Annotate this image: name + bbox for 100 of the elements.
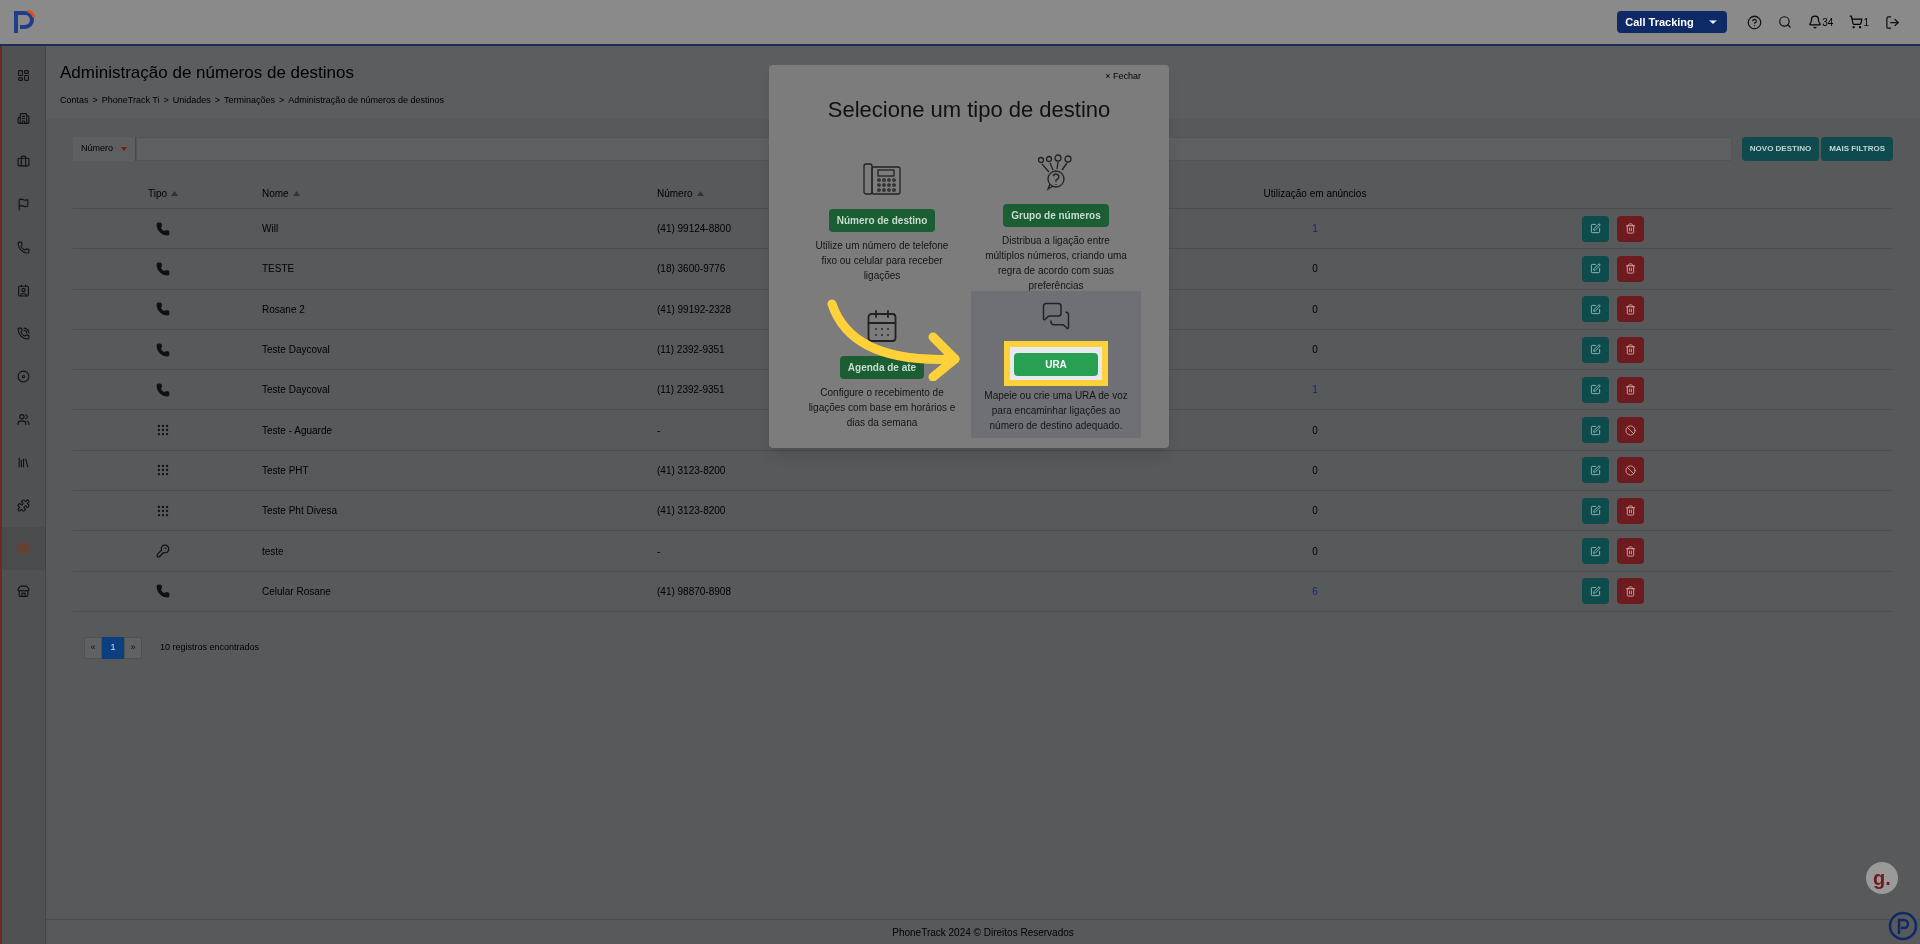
dashboard-icon	[17, 69, 30, 82]
delete-button[interactable]	[1617, 417, 1644, 444]
edit-icon	[1590, 424, 1601, 436]
logo-icon[interactable]	[12, 9, 36, 35]
disc-icon	[17, 370, 30, 383]
delete-button[interactable]	[1617, 376, 1644, 403]
edit-button[interactable]	[1582, 255, 1609, 282]
breadcrumb-separator: >	[214, 93, 221, 107]
delete-button[interactable]	[1617, 215, 1644, 242]
destination-option[interactable]: Agenda de ate Configure o recebimento de ligações com base em horários e dias da semana	[797, 290, 967, 438]
logout-icon[interactable]	[1885, 14, 1900, 30]
name-cell: Teste Pht Divesa	[262, 505, 338, 517]
edit-button[interactable]	[1582, 578, 1609, 605]
edit-icon	[1590, 585, 1601, 597]
option-description: Distribua a ligação entre múltiplos números, criando uma regra de acordo com suas preferências	[984, 233, 1128, 293]
breadcrumb-separator: >	[163, 93, 169, 107]
trash-icon	[1625, 505, 1636, 517]
library-icon	[17, 456, 30, 469]
usage-cell-text: 0	[1312, 262, 1318, 277]
cart-button[interactable]: 1	[1849, 14, 1869, 30]
delete-button[interactable]	[1617, 578, 1644, 605]
puzzle-icon	[17, 499, 30, 512]
breadcrumb-link[interactable]: Contas	[60, 93, 89, 107]
name-cell: teste	[262, 545, 284, 557]
settings-icon	[17, 542, 30, 555]
prev-page-button[interactable]: «	[84, 636, 102, 659]
help-widget[interactable]: g.	[1866, 862, 1898, 894]
trash-icon	[1625, 384, 1636, 396]
delete-button[interactable]	[1617, 296, 1644, 323]
trash-icon	[1625, 303, 1636, 315]
destination-option[interactable]: Grupo de números Distribua a ligação entre múltiplos números, criando uma regra de acordo com suas preferências	[971, 143, 1141, 291]
option-description: Utilize um número de telefone fixo ou celular para receber ligações	[814, 238, 950, 283]
store-icon	[17, 585, 30, 598]
sort-icon	[292, 190, 300, 196]
search-icon[interactable]	[1778, 15, 1793, 29]
edit-icon	[1590, 545, 1601, 557]
name-cell: Teste - Aguarde	[262, 424, 333, 436]
breadcrumb-separator: >	[92, 93, 98, 107]
number-cell: (41) 3123-8200	[657, 505, 726, 517]
contact-card-icon	[17, 284, 30, 297]
breadcrumb-link[interactable]: PhoneTrack Ti	[101, 93, 160, 107]
edit-icon	[1590, 223, 1601, 235]
sort-icon	[696, 190, 704, 196]
edit-icon	[1590, 384, 1601, 396]
delete-button[interactable]	[1617, 497, 1644, 524]
trash-icon	[1625, 263, 1636, 275]
caret-icon	[121, 147, 127, 151]
destination-option[interactable]: URA Mapeie ou crie uma URA de voz para encaminhar ligações ao número de destino adequado.	[971, 290, 1141, 438]
edit-button[interactable]	[1582, 497, 1609, 524]
filter-action-button[interactable]: MAIS FILTROS	[1821, 137, 1893, 161]
phone-icon	[156, 382, 170, 397]
column-header: Utilização em anúncios	[1263, 186, 1367, 201]
desk-phone-icon	[862, 160, 902, 197]
delete-button[interactable]	[1617, 336, 1644, 363]
edit-button[interactable]	[1582, 296, 1609, 323]
product-select[interactable]: Call Tracking	[1617, 11, 1728, 33]
phone-icon	[156, 261, 170, 276]
option-button[interactable]: Número de destino	[828, 208, 936, 232]
block-icon	[1625, 424, 1636, 436]
column-header[interactable]: Nome	[262, 185, 300, 201]
trash-icon	[1625, 223, 1636, 235]
destination-option[interactable]: Número de destino Utilize um número de telefone fixo ou celular para receber ligações	[797, 143, 967, 291]
next-page-button[interactable]: »	[124, 636, 142, 659]
option-description: Configure o recebimento de ligações com base em horários e dias da semana	[807, 385, 957, 430]
edit-button[interactable]	[1582, 336, 1609, 363]
cart-icon	[1849, 15, 1864, 29]
edit-button[interactable]	[1582, 457, 1609, 484]
usage-cell-text: 0	[1312, 544, 1318, 559]
trash-icon	[1625, 585, 1636, 597]
edit-icon	[1590, 344, 1601, 356]
help-icon[interactable]	[1747, 14, 1763, 30]
option-button[interactable]: Grupo de números	[1003, 203, 1109, 227]
edit-button[interactable]	[1582, 538, 1609, 564]
notifications-button[interactable]: 34	[1808, 14, 1834, 30]
chat-widget-icon[interactable]	[1888, 911, 1918, 941]
column-header[interactable]: Tipo	[147, 185, 179, 201]
filter-field-select[interactable]: Número	[73, 137, 136, 161]
breadcrumb-link[interactable]: Unidades	[172, 93, 211, 107]
delete-button[interactable]	[1617, 538, 1644, 564]
delete-button[interactable]	[1617, 255, 1644, 282]
delete-button[interactable]	[1617, 457, 1644, 484]
column-header[interactable]: Número	[657, 185, 704, 201]
page-button[interactable]: 1	[102, 636, 124, 659]
number-cell: (41) 99124-8800	[657, 223, 731, 235]
number-cell: -	[657, 545, 661, 557]
block-icon	[1625, 464, 1636, 476]
edit-button[interactable]	[1582, 417, 1609, 444]
name-cell: TESTE	[262, 263, 295, 275]
keypad-icon	[156, 503, 170, 518]
usage-cell-text: 0	[1312, 302, 1318, 317]
bell-icon	[1808, 15, 1823, 29]
edit-button[interactable]	[1582, 376, 1609, 403]
breadcrumb-link[interactable]: Terminações	[224, 93, 276, 107]
name-cell: Teste Daycoval	[262, 344, 330, 356]
option-button[interactable]: URA	[1014, 352, 1098, 376]
edit-icon	[1590, 505, 1601, 517]
close-button[interactable]: × Fechar	[1105, 70, 1141, 84]
sort-icon	[171, 190, 179, 196]
edit-button[interactable]	[1582, 215, 1609, 242]
filter-action-button[interactable]: NOVO DESTINO	[1741, 137, 1820, 161]
